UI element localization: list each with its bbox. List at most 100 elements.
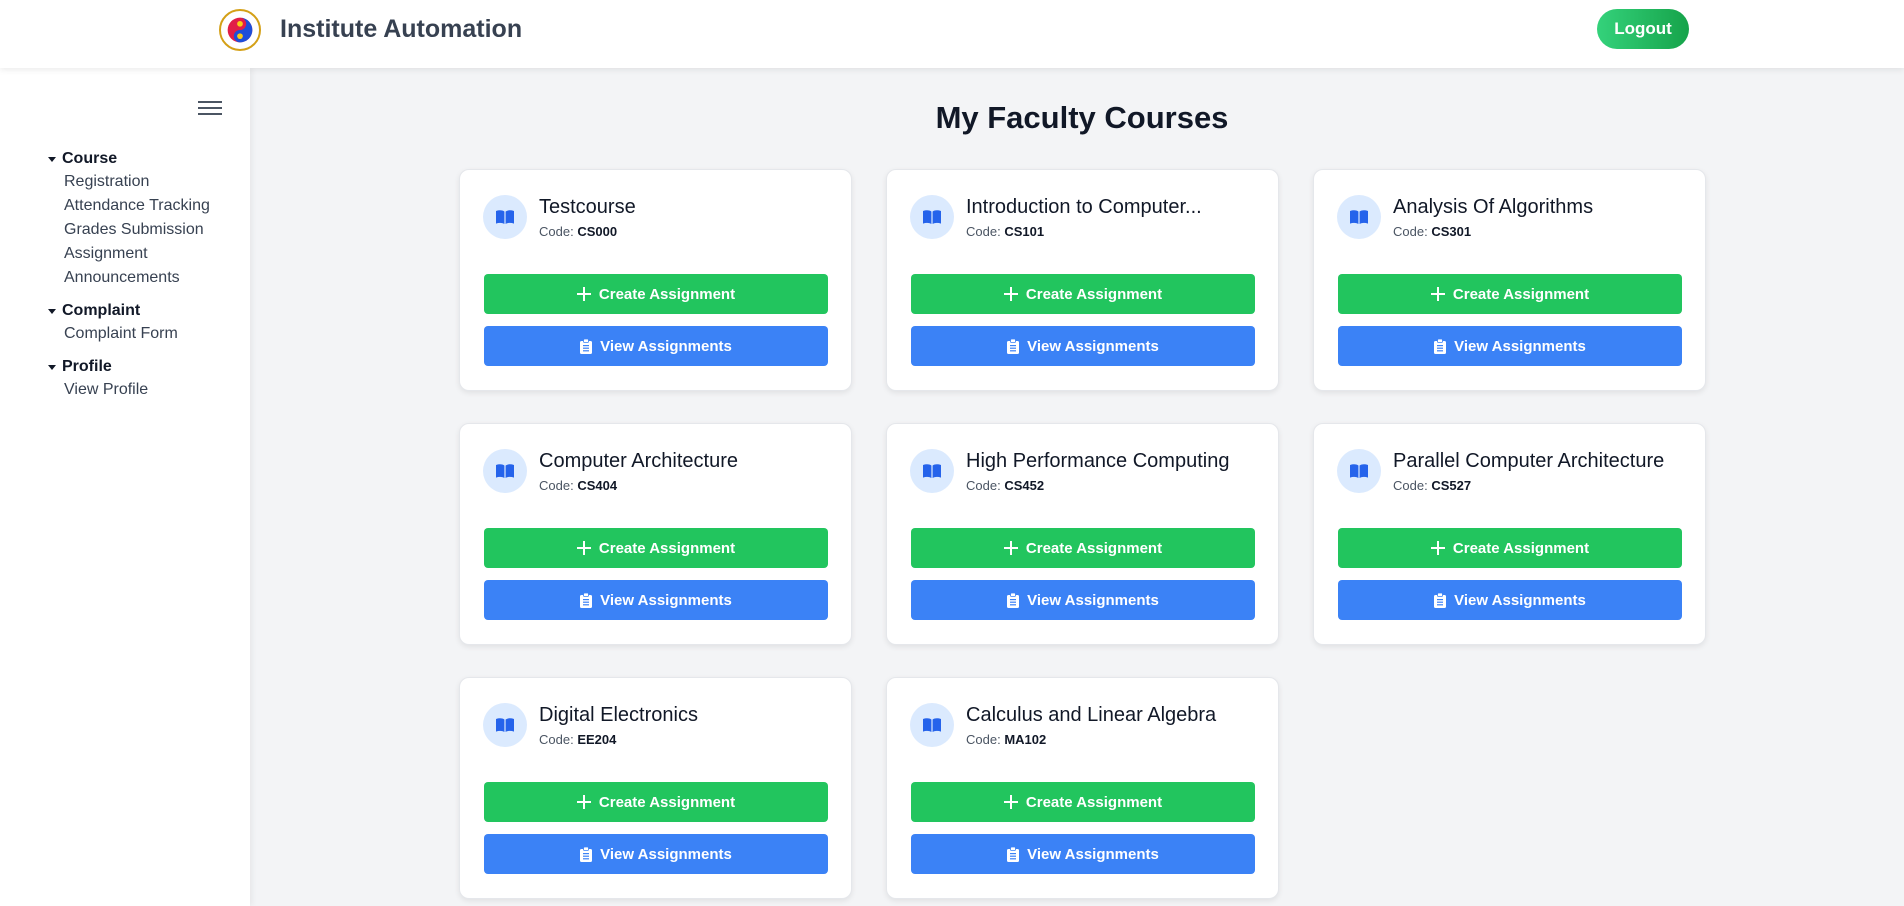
course-code-label: Code: [539,224,574,239]
clipboard-icon [580,338,593,354]
view-assignments-button[interactable]: View Assignments [484,326,828,366]
sidebar-item-complaint-form[interactable]: Complaint Form [48,322,178,346]
view-assignments-button[interactable]: View Assignments [1338,326,1682,366]
create-assignment-button[interactable]: Create Assignment [911,274,1255,314]
course-title: Digital Electronics [539,704,698,726]
course-card: Calculus and Linear Algebra Code: MA102 … [886,677,1279,899]
view-assignments-button[interactable]: View Assignments [484,834,828,874]
caret-down-icon [48,156,56,162]
plus-icon [1430,541,1445,555]
caret-down-icon [48,308,56,314]
view-assignments-label: View Assignments [1027,845,1159,863]
nav-group-toggle-profile[interactable]: Profile [48,356,148,378]
view-assignments-label: View Assignments [1027,337,1159,355]
sidebar-item-attendance-tracking[interactable]: Attendance Tracking [48,194,210,218]
book-icon [910,195,954,239]
course-code: Code: CS301 [1393,224,1471,239]
book-icon [910,703,954,747]
plus-icon [576,795,591,809]
course-code-value: EE204 [577,732,617,747]
course-code-label: Code: [539,732,574,747]
view-assignments-button[interactable]: View Assignments [484,580,828,620]
course-code-label: Code: [966,478,1001,493]
course-code: Code: CS452 [966,478,1044,493]
course-code: Code: CS527 [1393,478,1471,493]
create-assignment-button[interactable]: Create Assignment [484,782,828,822]
course-title: Parallel Computer Architecture [1393,450,1665,472]
book-icon [1337,195,1381,239]
course-card: Analysis Of Algorithms Code: CS301 Creat… [1313,169,1706,391]
create-assignment-button[interactable]: Create Assignment [484,528,828,568]
logout-button[interactable]: Logout [1597,9,1689,49]
nav-group-profile: Profile View Profile [48,356,148,402]
course-code-value: CS527 [1431,478,1472,493]
nav-group-toggle-course[interactable]: Course [48,148,210,170]
course-card: Parallel Computer Architecture Code: CS5… [1313,423,1706,645]
nav-group-label: Course [62,150,118,167]
clipboard-icon [1434,592,1447,608]
course-code-label: Code: [966,732,1001,747]
plus-icon [1430,287,1445,301]
plus-icon [1003,541,1018,555]
view-assignments-button[interactable]: View Assignments [911,580,1255,620]
caret-down-icon [48,364,56,370]
nav-group-course: Course Registration Attendance Tracking … [48,148,210,290]
view-assignments-label: View Assignments [600,845,732,863]
app-title: Institute Automation [280,15,523,43]
create-assignment-button[interactable]: Create Assignment [1338,528,1682,568]
clipboard-icon [1007,592,1020,608]
course-code: Code: MA102 [966,732,1046,747]
nav-group-label: Complaint [62,302,141,319]
course-code-label: Code: [1393,224,1428,239]
sidebar: Course Registration Attendance Tracking … [0,68,250,906]
create-assignment-label: Create Assignment [1025,793,1163,811]
course-code-value: CS452 [1004,478,1045,493]
course-card: Computer Architecture Code: CS404 Create… [459,423,852,645]
course-code-label: Code: [539,478,574,493]
book-icon [910,449,954,493]
nav-group-toggle-complaint[interactable]: Complaint [48,300,178,322]
book-icon [1337,449,1381,493]
course-code-value: MA102 [1004,732,1047,747]
create-assignment-label: Create Assignment [1025,539,1163,557]
create-assignment-button[interactable]: Create Assignment [1338,274,1682,314]
plus-icon [576,541,591,555]
create-assignment-button[interactable]: Create Assignment [911,782,1255,822]
course-code: Code: CS101 [966,224,1044,239]
course-card: Introduction to Computer... Code: CS101 … [886,169,1279,391]
create-assignment-button[interactable]: Create Assignment [911,528,1255,568]
sidebar-item-registration[interactable]: Registration [48,170,210,194]
create-assignment-label: Create Assignment [598,285,736,303]
course-code-value: CS101 [1004,224,1045,239]
book-icon [483,195,527,239]
clipboard-icon [580,846,593,862]
book-icon [483,703,527,747]
create-assignment-label: Create Assignment [1025,285,1163,303]
create-assignment-label: Create Assignment [598,539,736,557]
course-code-label: Code: [1393,478,1428,493]
course-code-label: Code: [966,224,1001,239]
view-assignments-button[interactable]: View Assignments [1338,580,1682,620]
course-card: Digital Electronics Code: EE204 Create A… [459,677,852,899]
create-assignment-button[interactable]: Create Assignment [484,274,828,314]
sidebar-item-announcements[interactable]: Announcements [48,266,210,290]
course-title: High Performance Computing [966,450,1230,472]
course-title: Testcourse [539,196,636,218]
view-assignments-label: View Assignments [1454,337,1586,355]
course-card: Testcourse Code: CS000 Create Assignment… [459,169,852,391]
view-assignments-label: View Assignments [1027,591,1159,609]
sidebar-item-grades-submission[interactable]: Grades Submission [48,218,210,242]
sidebar-item-assignment[interactable]: Assignment [48,242,210,266]
plus-icon [1003,795,1018,809]
sidebar-item-view-profile[interactable]: View Profile [48,378,148,402]
hamburger-icon[interactable] [198,99,222,117]
institute-logo-icon [219,9,261,51]
top-header: Institute Automation Logout [0,0,1904,68]
course-title: Introduction to Computer... [966,196,1202,218]
page-title: My Faculty Courses [935,100,1229,135]
view-assignments-button[interactable]: View Assignments [911,326,1255,366]
nav-group-label: Profile [62,358,112,375]
clipboard-icon [1434,338,1447,354]
view-assignments-button[interactable]: View Assignments [911,834,1255,874]
nav-group-complaint: Complaint Complaint Form [48,300,178,346]
